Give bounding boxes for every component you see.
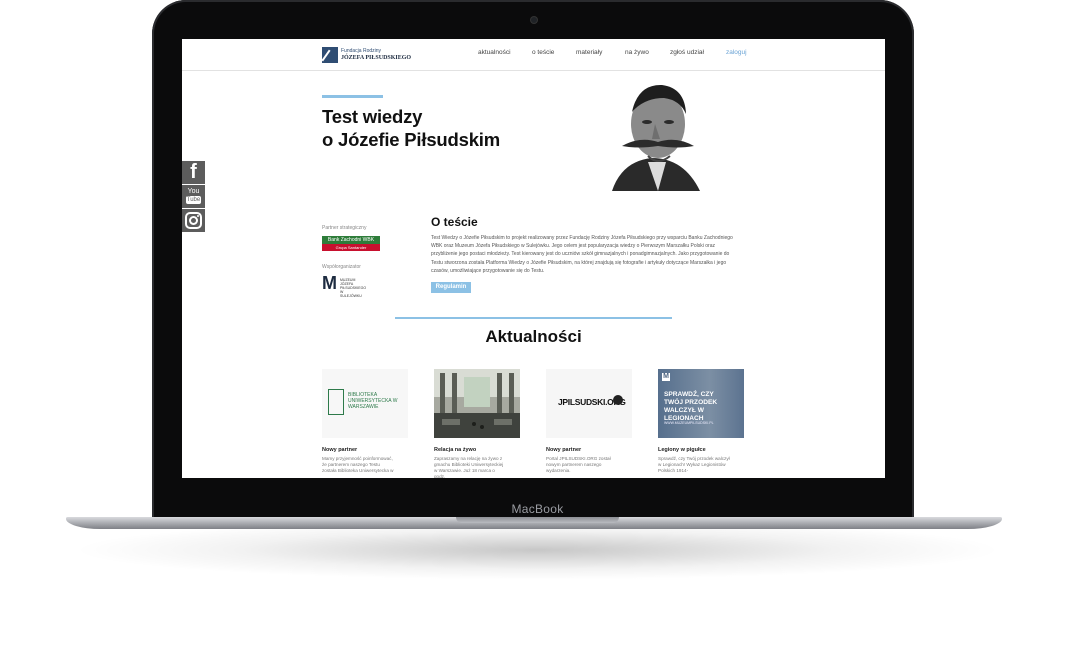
site-header: Fundacja Rodziny JÓZEFA PIŁSUDSKIEGO akt… bbox=[182, 39, 885, 71]
portrait-image bbox=[592, 76, 720, 191]
screen: Fundacja Rodziny JÓZEFA PIŁSUDSKIEGO akt… bbox=[182, 39, 885, 478]
instagram-icon[interactable] bbox=[182, 209, 205, 232]
camera-icon bbox=[531, 17, 537, 23]
muzeum-logo[interactable]: M MUZEUM JÓZEFA PIŁSUDSKIEGO W SULEJÓWKU bbox=[322, 274, 367, 298]
news-image-jpilsudski: JPILSUDSKI.ORG bbox=[546, 369, 632, 438]
coorganizer-label: Współorganizator bbox=[322, 264, 361, 270]
bzwbk-logo[interactable]: Bank Zachodni WBK Grupa Santander bbox=[322, 236, 380, 251]
hero-title: Test wiedzy o Józefie Piłsudskim bbox=[322, 106, 500, 150]
logo-mark-icon bbox=[322, 47, 338, 63]
horse-icon bbox=[613, 395, 623, 405]
news-accent-line bbox=[395, 317, 672, 319]
muzeum-icon: M bbox=[662, 373, 670, 381]
nav-aktualnosci[interactable]: aktualności bbox=[478, 49, 511, 56]
news-image-legiony: M SPRAWDŹ, CZY TWÓJ PRZODEK WALCZYŁ W LE… bbox=[658, 369, 744, 438]
macbook-notch bbox=[456, 517, 619, 523]
regulamin-button[interactable]: Regulamin bbox=[431, 282, 471, 293]
news-image-biblioteka: BIBLIOTEKA UNIWERSYTECKA W WARSZAWIE bbox=[322, 369, 408, 438]
nav-materialy[interactable]: materiały bbox=[576, 49, 602, 56]
news-card[interactable]: BIBLIOTEKA UNIWERSYTECKA W WARSZAWIE Now… bbox=[322, 369, 408, 473]
partner-strategic-label: Partner strategiczny bbox=[322, 225, 367, 231]
device-shadow bbox=[70, 520, 1005, 580]
site-logo[interactable]: Fundacja Rodziny JÓZEFA PIŁSUDSKIEGO bbox=[322, 46, 411, 64]
news-card[interactable]: JPILSUDSKI.ORG Nowy partner Portal JPILS… bbox=[546, 369, 632, 473]
nav-zglos-udzial[interactable]: zgłoś udział bbox=[670, 49, 704, 56]
nav-o-tescie[interactable]: o teście bbox=[532, 49, 554, 56]
about-text: Test Wiedzy o Józefie Piłsudskim to proj… bbox=[431, 235, 733, 274]
hero-accent-line bbox=[322, 95, 383, 98]
nav-na-zywo[interactable]: na żywo bbox=[625, 49, 649, 56]
news-card[interactable]: M SPRAWDŹ, CZY TWÓJ PRZODEK WALCZYŁ W LE… bbox=[658, 369, 744, 473]
youtube-icon[interactable]: You Tube bbox=[182, 185, 205, 208]
news-heading: Aktualności bbox=[485, 327, 582, 346]
nav-zaloguj[interactable]: zaloguj bbox=[726, 49, 747, 56]
news-card[interactable]: Relacja na żywo Zapraszamy na relację na… bbox=[434, 369, 520, 478]
device-label: MacBook bbox=[511, 502, 564, 516]
facebook-icon[interactable]: f bbox=[182, 161, 205, 184]
about-title: O teście bbox=[431, 215, 478, 229]
logo-line-2: JÓZEFA PIŁSUDSKIEGO bbox=[341, 55, 412, 61]
logo-line-1: Fundacja Rodziny bbox=[341, 48, 382, 54]
news-image-library-hall bbox=[434, 369, 520, 438]
